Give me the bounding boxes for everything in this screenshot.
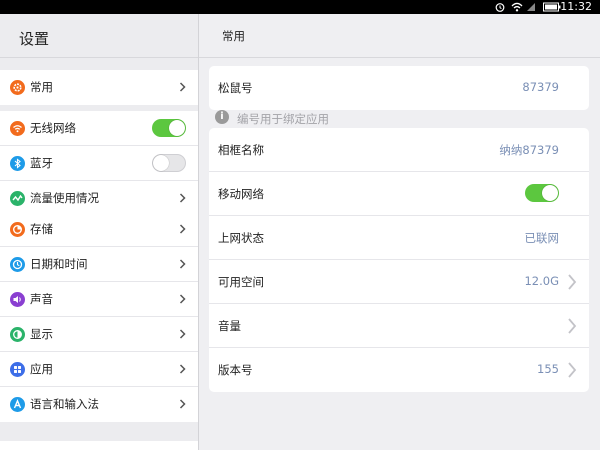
info-icon: i [215,110,229,124]
detail-pane: 常用 松鼠号 87379 i 编号用于绑定应用 相框名称 纳纳87379 移动网… [199,14,600,450]
bluetooth-icon [10,156,25,171]
row-value: 已联网 [524,231,560,245]
sidebar-item-label: 常用 [30,80,53,94]
chevron-right-icon [179,364,186,374]
storage-icon [10,222,25,237]
mobile-network-toggle[interactable] [525,184,559,202]
display-icon [10,327,25,342]
row-value: 155 [537,362,559,376]
settings-sidebar: 设置 常用 无线网络 蓝牙 流量使用情况 存储 日期和时间 声音 显示 应用 语… [0,14,198,450]
sidebar-item-data-usage[interactable]: 流量使用情况 [0,181,198,216]
sidebar-item-label: 声音 [30,292,53,306]
sidebar-item-date-time[interactable]: 日期和时间 [0,247,198,282]
mobile-signal-icon [527,3,535,11]
sidebar-item-apps[interactable]: 应用 [0,352,198,387]
alarm-icon [495,3,505,12]
page-title: 设置 [19,30,50,48]
sidebar-item-label: 存储 [30,222,53,236]
volume-row[interactable]: 音量 [209,304,589,348]
detail-header: 常用 [199,14,600,58]
chevron-right-icon [179,294,186,304]
sidebar-item-general[interactable]: 常用 [0,70,198,105]
mobile-network-row: 移动网络 [209,172,589,216]
network-status-row: 上网状态 已联网 [209,216,589,260]
wifi-icon [10,121,25,136]
chevron-right-icon [179,224,186,234]
data-usage-icon [10,191,25,206]
sidebar-item-label: 日期和时间 [30,257,88,271]
free-space-row[interactable]: 可用空间 12.0G [209,260,589,304]
row-value: 纳纳87379 [499,143,559,157]
sidebar-item-label: 蓝牙 [30,156,53,170]
sidebar-header: 设置 [0,14,198,58]
sidebar-item-label: 显示 [30,327,53,341]
sidebar-item-label: 应用 [30,362,53,376]
chevron-right-icon [568,318,577,334]
sidebar-item-wifi[interactable]: 无线网络 [0,111,198,146]
frame-name-row[interactable]: 相框名称 纳纳87379 [209,128,589,172]
chevron-right-icon [179,193,186,203]
chevron-right-icon [568,274,577,290]
language-icon [10,397,25,412]
wifi-toggle[interactable] [152,119,186,137]
row-label: 上网状态 [218,231,264,245]
sidebar-item-language[interactable]: 语言和输入法 [0,387,198,422]
sidebar-group-general: 常用 [0,70,198,105]
row-label: 版本号 [218,363,253,377]
sidebar-group-device: 存储 日期和时间 声音 显示 应用 语言和输入法 [0,212,198,422]
row-label: 松鼠号 [218,81,253,95]
status-time: 11:32 [560,0,592,13]
device-id-card: 松鼠号 87379 [209,66,589,110]
sidebar-item-sound[interactable]: 声音 [0,282,198,317]
wifi-signal-icon [511,2,523,12]
version-row[interactable]: 版本号 155 [209,348,589,392]
device-id-row: 松鼠号 87379 [209,66,589,110]
sidebar-item-storage[interactable]: 存储 [0,212,198,247]
chevron-right-icon [568,362,577,378]
row-value: 87379 [522,80,559,94]
status-bar: 11:32 [0,0,600,14]
toggle-knob [153,155,169,171]
sidebar-item-display[interactable]: 显示 [0,317,198,352]
toggle-knob [542,185,558,201]
sound-icon [10,292,25,307]
row-label: 移动网络 [218,187,264,201]
hint-text: 编号用于绑定应用 [237,112,329,126]
clock-icon [10,257,25,272]
toggle-knob [169,120,185,136]
sidebar-item-bluetooth[interactable]: 蓝牙 [0,146,198,181]
sidebar-group-network: 无线网络 蓝牙 流量使用情况 [0,111,198,216]
bluetooth-toggle[interactable] [152,154,186,172]
apps-icon [10,362,25,377]
row-value: 12.0G [524,274,559,288]
sidebar-item-label: 流量使用情况 [30,191,99,205]
chevron-right-icon [179,82,186,92]
sidebar-group-partial [0,441,198,450]
chevron-right-icon [179,399,186,409]
row-label: 相框名称 [218,143,264,157]
sidebar-item-label: 语言和输入法 [30,397,99,411]
row-label: 音量 [218,319,241,333]
detail-title: 常用 [222,29,245,43]
gear-icon [10,80,25,95]
sidebar-item-label: 无线网络 [30,121,76,135]
chevron-right-icon [179,259,186,269]
general-settings-card: 相框名称 纳纳87379 移动网络 上网状态 已联网 可用空间 12.0G 音量… [209,128,589,392]
chevron-right-icon [179,329,186,339]
row-label: 可用空间 [218,275,264,289]
battery-icon [543,2,561,12]
